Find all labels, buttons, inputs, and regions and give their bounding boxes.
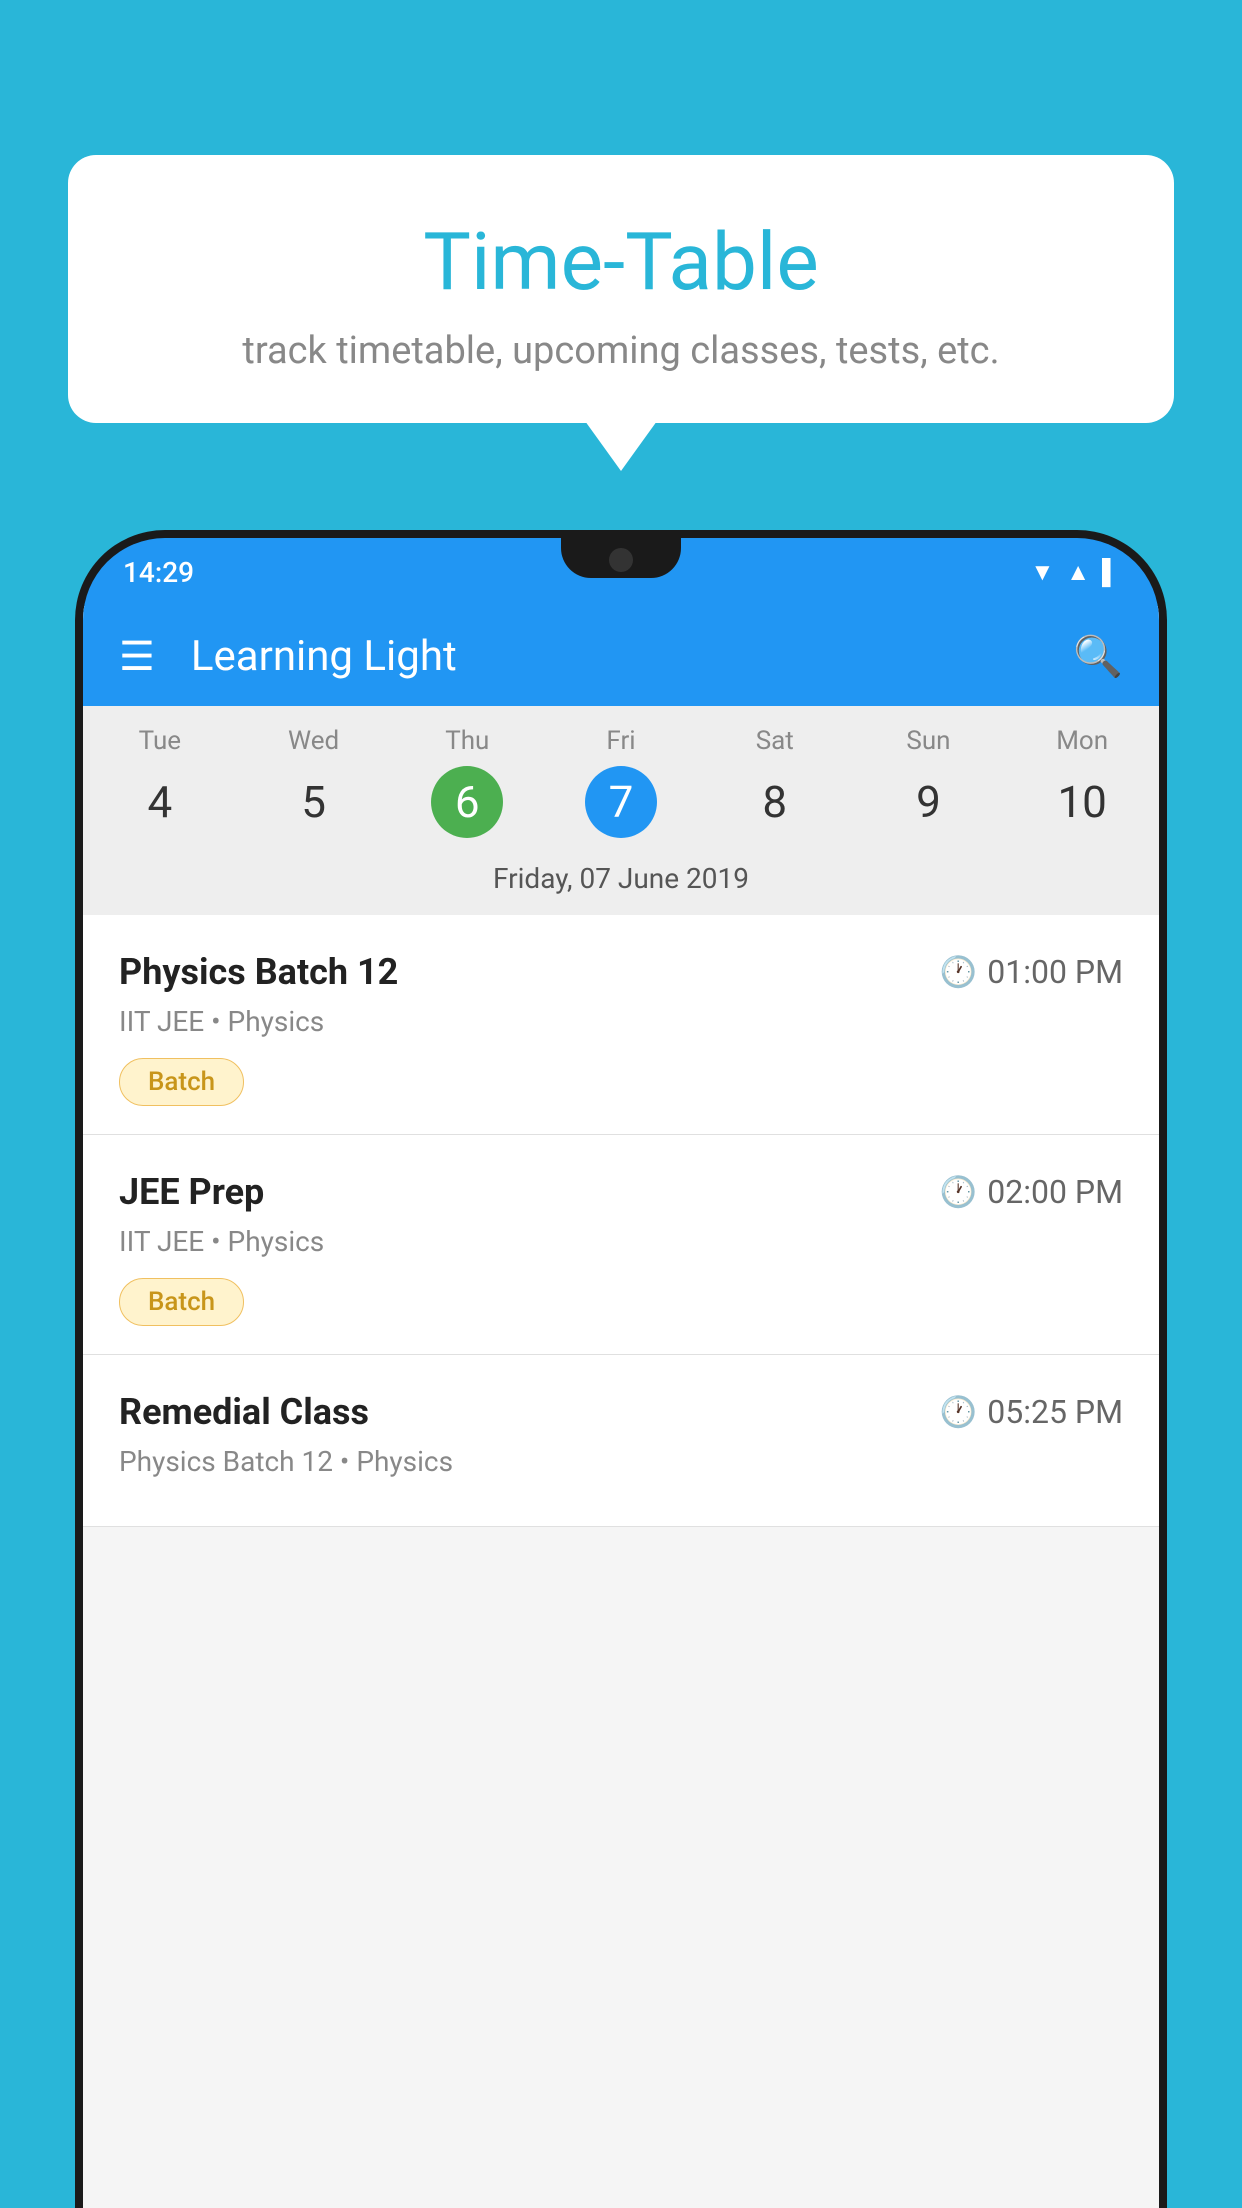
class-item[interactable]: Remedial Class 🕐 05:25 PM Physics Batch …	[83, 1355, 1159, 1527]
battery-icon: ▌	[1102, 558, 1119, 587]
clock-icon: 🕐	[940, 1395, 977, 1430]
week-days-row: Tue 4 Wed 5 Thu 6 Fri 7 Sat 8 Sun 9 Mon 10	[83, 706, 1159, 846]
phone-frame: 14:29 ▼ ▲ ▌ ☰ Learning Light 🔍 Tue4Wed5T…	[75, 530, 1167, 2208]
calendar-day-cell[interactable]: Sun 9	[852, 726, 1006, 838]
class-name: Physics Batch 12	[119, 951, 398, 993]
calendar-day-cell[interactable]: Tue 4	[83, 726, 237, 838]
day-number: 8	[739, 766, 811, 838]
day-name: Tue	[83, 726, 237, 756]
class-time: 🕐 01:00 PM	[940, 953, 1123, 991]
day-number: 5	[278, 766, 350, 838]
day-number: 4	[124, 766, 196, 838]
selected-date-label: Friday, 07 June 2019	[83, 846, 1159, 915]
class-subject: Physics Batch 12 • Physics	[119, 1445, 1123, 1478]
calendar-day-cell[interactable]: Fri 7	[544, 726, 698, 838]
bubble-title: Time-Table	[118, 215, 1124, 309]
status-icons: ▼ ▲ ▌	[1030, 558, 1119, 587]
camera	[609, 548, 633, 572]
class-name: Remedial Class	[119, 1391, 369, 1433]
day-name: Sun	[852, 726, 1006, 756]
class-subject: IIT JEE • Physics	[119, 1225, 1123, 1258]
day-name: Sat	[698, 726, 852, 756]
app-title: Learning Light	[191, 632, 1073, 681]
day-name: Mon	[1005, 726, 1159, 756]
app-bar: ☰ Learning Light 🔍	[83, 606, 1159, 706]
signal-icon: ▲	[1066, 558, 1090, 587]
clock-icon: 🕐	[940, 1175, 977, 1210]
wifi-icon: ▼	[1030, 558, 1054, 587]
day-number: 9	[892, 766, 964, 838]
class-header: Remedial Class 🕐 05:25 PM	[119, 1391, 1123, 1433]
class-list: Physics Batch 12 🕐 01:00 PM IIT JEE • Ph…	[83, 915, 1159, 1527]
class-time: 🕐 02:00 PM	[940, 1173, 1123, 1211]
class-subject: IIT JEE • Physics	[119, 1005, 1123, 1038]
speech-bubble: Time-Table track timetable, upcoming cla…	[68, 155, 1174, 423]
calendar-day-cell[interactable]: Wed 5	[237, 726, 391, 838]
calendar-day-cell[interactable]: Thu 6	[390, 726, 544, 838]
class-name: JEE Prep	[119, 1171, 264, 1213]
bubble-subtitle: track timetable, upcoming classes, tests…	[118, 329, 1124, 373]
day-number: 10	[1046, 766, 1118, 838]
notch	[561, 538, 681, 578]
class-item[interactable]: Physics Batch 12 🕐 01:00 PM IIT JEE • Ph…	[83, 915, 1159, 1135]
day-number: 7	[585, 766, 657, 838]
calendar-day-cell[interactable]: Sat 8	[698, 726, 852, 838]
phone-inner: 14:29 ▼ ▲ ▌ ☰ Learning Light 🔍 Tue4Wed5T…	[83, 538, 1159, 2208]
class-item[interactable]: JEE Prep 🕐 02:00 PM IIT JEE • Physics Ba…	[83, 1135, 1159, 1355]
day-name: Thu	[390, 726, 544, 756]
calendar-day-cell[interactable]: Mon 10	[1005, 726, 1159, 838]
class-time: 🕐 05:25 PM	[940, 1393, 1123, 1431]
day-name: Fri	[544, 726, 698, 756]
hamburger-icon[interactable]: ☰	[119, 633, 155, 680]
batch-tag: Batch	[119, 1278, 244, 1326]
class-header: JEE Prep 🕐 02:00 PM	[119, 1171, 1123, 1213]
day-name: Wed	[237, 726, 391, 756]
status-time: 14:29	[123, 556, 194, 589]
phone-screen: Tue 4 Wed 5 Thu 6 Fri 7 Sat 8 Sun 9 Mon 10 Friday, 07…	[83, 606, 1159, 2208]
clock-icon: 🕐	[940, 955, 977, 990]
batch-tag: Batch	[119, 1058, 244, 1106]
class-header: Physics Batch 12 🕐 01:00 PM	[119, 951, 1123, 993]
day-number: 6	[431, 766, 503, 838]
search-icon[interactable]: 🔍	[1073, 633, 1123, 680]
